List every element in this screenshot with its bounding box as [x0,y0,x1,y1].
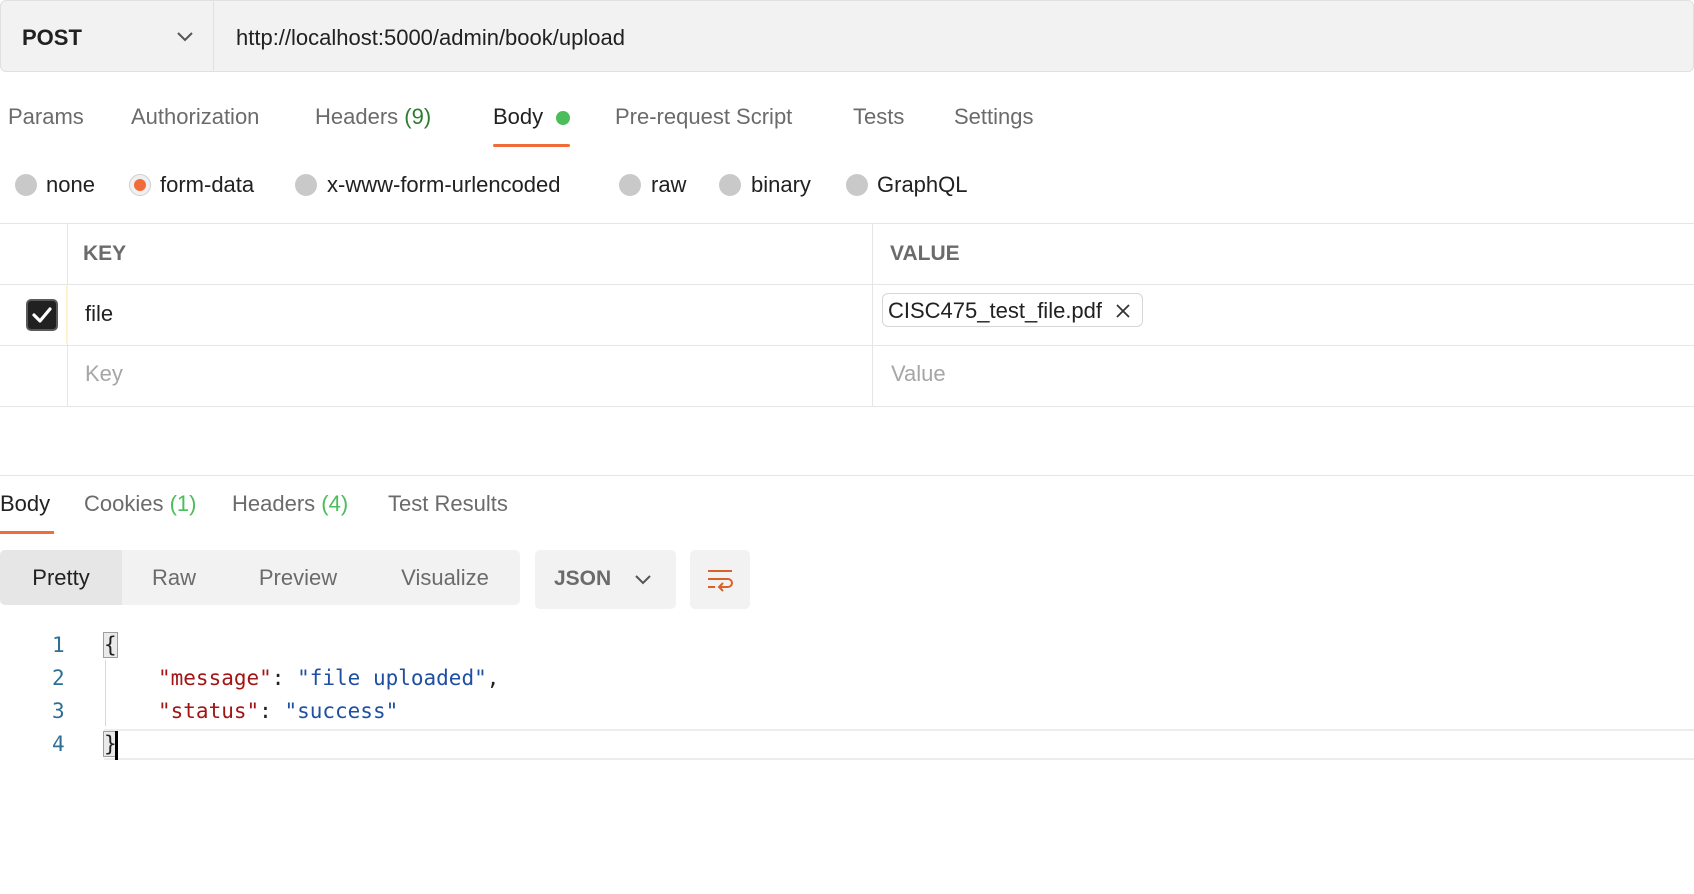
json-value: "file uploaded" [297,666,487,690]
line-number: 3 [52,699,65,723]
table-border-row [0,345,1694,346]
radio-label-none: none [46,172,95,197]
view-pretty-button[interactable]: Pretty [0,550,122,605]
response-tab-cookies[interactable]: Cookies (1) [84,491,197,517]
radio-label-raw: raw [651,172,687,197]
table-border-bottom [0,406,1694,407]
body-indicator-dot [556,111,570,125]
radio-form-data[interactable] [129,174,151,196]
code-line: "message": "file uploaded", [158,666,500,690]
json-value: "success" [284,699,399,723]
text-caret [115,731,118,760]
tab-pre-request-script[interactable]: Pre-request Script [615,104,792,148]
json-open-brace: { [103,632,118,658]
tab-body[interactable]: Body [493,104,543,148]
request-url-bar: POST http://localhost:5000/admin/book/up… [0,0,1694,72]
format-select[interactable]: JSON [535,550,676,609]
cookies-count: (1) [169,491,197,516]
row-enabled-checkbox[interactable] [26,299,58,331]
radio-label-binary: binary [751,172,811,197]
radio-label-graphql: GraphQL [877,172,968,197]
radio-x-www-form-urlencoded[interactable] [295,174,317,196]
radio-raw[interactable] [619,174,641,196]
key-cell-focus-indicator [66,285,68,344]
chevron-down-icon [635,575,651,585]
line-number: 4 [52,732,65,756]
key-input-placeholder[interactable]: Key [85,361,123,387]
response-headers-count: (4) [321,491,349,516]
close-icon[interactable] [1114,302,1132,320]
tab-authorization[interactable]: Authorization [131,104,259,148]
method-select[interactable]: POST [1,1,214,71]
tab-tests[interactable]: Tests [853,104,904,148]
table-border-top [0,223,1694,224]
file-name: CISC475_test_file.pdf [888,298,1103,323]
radio-graphql[interactable] [846,174,868,196]
tab-settings[interactable]: Settings [954,104,1034,148]
chevron-down-icon [177,32,193,42]
view-mode-group: Pretty Raw Preview Visualize [0,550,520,605]
code-line: { [103,632,118,658]
radio-binary[interactable] [719,174,741,196]
key-input[interactable]: file [85,301,113,327]
column-header-value: VALUE [890,242,960,265]
value-input-placeholder[interactable]: Value [891,361,946,387]
response-active-tab-underline [0,531,54,534]
active-line-highlight [104,729,1694,760]
file-chip[interactable]: CISC475_test_file.pdf [882,293,1144,327]
wrap-lines-icon [708,570,733,592]
json-comma: , [486,666,500,690]
view-raw-button[interactable]: Raw [122,550,226,605]
url-input[interactable]: http://localhost:5000/admin/book/upload [236,25,625,51]
indent-guide [105,660,106,726]
tab-headers[interactable]: Headers (9) [315,104,431,148]
json-key: "message" [158,666,272,690]
json-key: "status" [158,699,260,723]
table-col-divider [872,223,873,407]
line-number: 2 [52,666,65,690]
wrap-lines-button[interactable] [690,550,750,609]
radio-label-x-www-form-urlencoded: x-www-form-urlencoded [327,172,561,197]
response-tab-headers[interactable]: Headers (4) [232,491,348,517]
line-number: 1 [52,633,65,657]
tab-params[interactable]: Params [8,104,84,148]
column-header-key: KEY [83,242,127,265]
radio-label-form-data: form-data [160,172,255,197]
radio-none[interactable] [15,174,37,196]
response-tab-body[interactable]: Body [0,491,50,517]
code-line: "status": "success" [158,699,399,723]
format-label: JSON [554,567,612,590]
view-preview-button[interactable]: Preview [226,550,370,605]
response-divider [0,475,1694,476]
checkmark-icon [32,307,52,323]
headers-count: (9) [404,104,432,129]
method-label: POST [22,25,82,50]
table-border-header [0,284,1694,285]
form-data-table: KEY VALUE file CISC475_test_file.pdf Key… [0,223,1694,407]
active-tab-underline [493,144,570,147]
response-tab-test-results[interactable]: Test Results [388,491,508,517]
view-visualize-button[interactable]: Visualize [370,550,520,605]
